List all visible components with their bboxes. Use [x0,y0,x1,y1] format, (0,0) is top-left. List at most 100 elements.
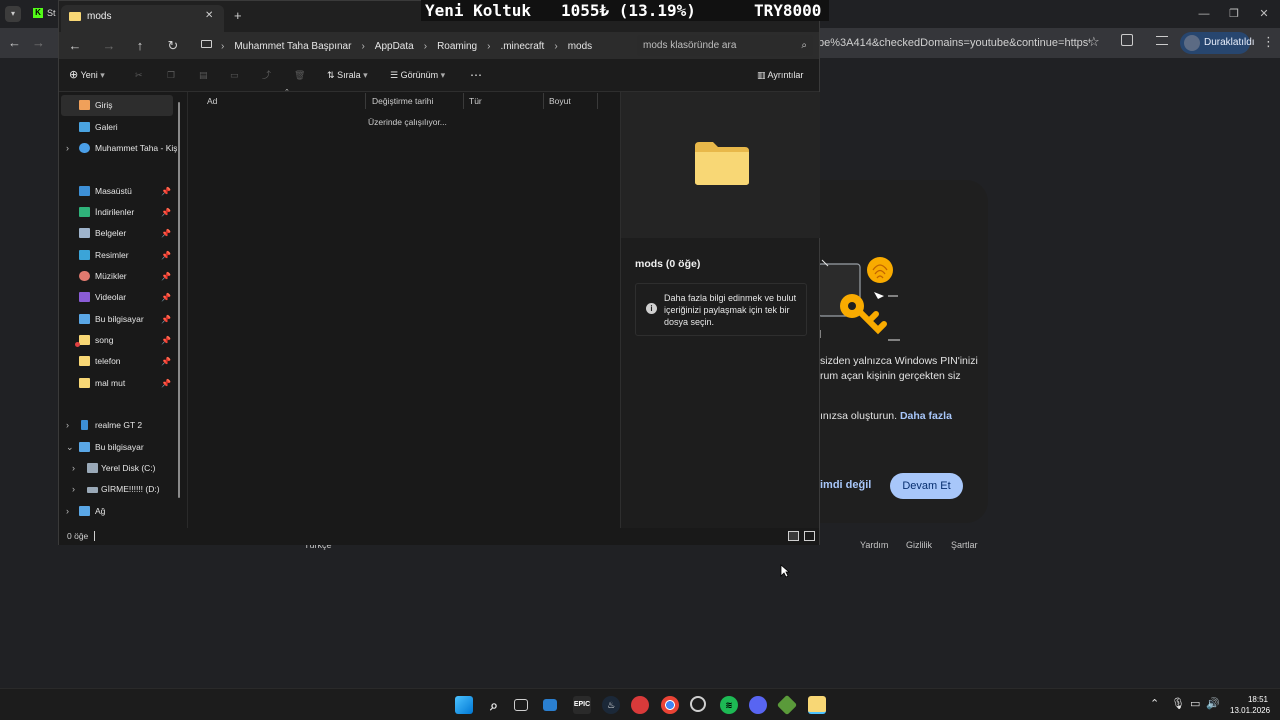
breadcrumb-item-roaming[interactable]: Roaming [437,41,477,52]
sidebar-item-home[interactable]: Giriş [61,95,173,116]
sidebar-item-this-pc-pinned[interactable]: Bu bilgisayar 📌 [61,309,173,330]
file-explorer-icon[interactable] [808,696,826,714]
up-icon[interactable]: ↑ [132,38,148,54]
minimize-button[interactable]: — [1196,6,1212,22]
pin-icon[interactable]: 📌 [161,266,171,287]
task-view-icon[interactable] [514,699,528,711]
maximize-button[interactable]: ❐ [1226,6,1242,22]
column-header-type[interactable]: Tür [465,93,544,109]
sort-button[interactable]: ⇅ Sırala ▾ [327,67,368,83]
pin-icon[interactable]: 📌 [161,287,171,308]
sidebar-item-gallery[interactable]: Galeri [61,117,173,138]
sidebar-item-downloads[interactable]: İndirilenler 📌 [61,202,173,223]
spotify-icon[interactable]: ≋ [720,696,738,714]
breadcrumb-item-minecraft[interactable]: .minecraft [500,41,544,52]
search-icon[interactable]: ⌕ [485,696,503,714]
pin-icon[interactable]: 📌 [161,245,171,266]
breadcrumb-item-appdata[interactable]: AppData [375,41,414,52]
details-pane-button[interactable]: ▥ Ayrıntılar [757,67,803,83]
sidebar-item-desktop[interactable]: Masaüstü 📌 [61,181,173,202]
steam-icon[interactable]: ♨ [602,696,620,714]
sidebar-item-local-disk[interactable]: › Yerel Disk (C:) [61,458,173,479]
new-button[interactable]: ⊕ Yeni ▾ [69,67,105,83]
volume-icon[interactable]: 🔊 [1206,697,1220,710]
this-pc-icon[interactable] [201,40,212,48]
game-app-icon[interactable] [631,696,649,714]
pin-icon[interactable]: 📌 [161,373,171,394]
pin-icon[interactable]: 📌 [161,330,171,351]
pin-icon[interactable]: 📌 [161,223,171,244]
share-icon[interactable]: ⤴ [262,67,271,83]
chevron-right-icon[interactable]: › [66,501,69,522]
reading-list-icon[interactable] [1156,36,1168,45]
privacy-link[interactable]: Gizlilik [906,540,932,550]
browser-tab-label[interactable]: St [47,8,56,18]
show-hidden-icons[interactable]: ⌃ [1150,697,1159,710]
rename-icon[interactable]: ▭ [230,67,239,83]
sidebar-item-mal-mut[interactable]: mal mut 📌 [61,373,173,394]
minecraft-launcher-icon[interactable] [776,694,798,716]
sidebar-item-telefon[interactable]: telefon 📌 [61,351,173,372]
chevron-right-icon[interactable]: › [66,415,69,436]
obs-icon[interactable] [690,696,706,712]
learn-more-link[interactable]: Daha fazla [900,410,952,422]
explorer-tab[interactable]: mods ✕ [61,5,224,32]
sidebar-item-network[interactable]: › Ağ [61,501,173,522]
pin-icon[interactable]: 📌 [161,202,171,223]
sidebar-scrollbar[interactable] [178,102,180,498]
back-icon[interactable]: ← [67,38,83,54]
column-header-modified[interactable]: Değiştirme tarihi [368,93,464,109]
chevron-right-icon[interactable]: › [66,138,69,159]
extensions-icon[interactable] [1121,34,1133,46]
wifi-icon[interactable]: ▭ [1190,697,1200,710]
bookmark-star-icon[interactable]: ☆ [1088,34,1100,50]
help-link[interactable]: Yardım [860,540,888,550]
browser-menu-icon[interactable]: ⋮ [1262,34,1275,50]
sidebar-item-documents[interactable]: Belgeler 📌 [61,223,173,244]
chevron-down-icon[interactable]: ⌄ [66,437,74,458]
address-bar-text[interactable]: be%3A414&checkedDomains=youtube&continue… [818,33,1090,53]
chevron-right-icon[interactable]: › [72,458,75,479]
details-view-icon[interactable] [788,531,799,541]
sidebar-item-pictures[interactable]: Resimler 📌 [61,245,173,266]
tiles-view-icon[interactable] [804,531,815,541]
not-now-button[interactable]: imdi değil [820,479,871,491]
start-icon[interactable] [455,696,473,714]
epic-games-icon[interactable]: EPIC [573,696,591,714]
refresh-icon[interactable]: ↻ [165,38,181,54]
search-input[interactable]: mods klasöründe ara ⌕ [637,35,813,56]
clock[interactable]: 18:51 13.01.2026 [1230,694,1270,716]
pin-icon[interactable]: 📌 [161,181,171,202]
back-icon[interactable]: ← [8,35,21,50]
sidebar-item-this-pc[interactable]: ⌄ Bu bilgisayar [61,437,173,458]
sidebar-item-girme-drive[interactable]: › GİRME!!!!!! (D:) [61,479,173,500]
breadcrumb-item-user[interactable]: Muhammet Taha Başpınar [234,41,351,52]
sidebar-item-realme[interactable]: › realme GT 2 [61,415,173,436]
delete-icon[interactable]: 🗑 [294,67,305,83]
sidebar-item-onedrive[interactable]: › Muhammet Taha - Kiş [61,138,177,159]
close-tab-icon[interactable]: ✕ [205,10,213,21]
chevron-right-icon[interactable]: › [72,479,75,500]
tab-list-button[interactable]: ▾ [5,6,21,22]
close-window-button[interactable]: ✕ [1256,6,1272,22]
forward-icon[interactable]: → [32,35,45,50]
column-header-size[interactable]: Boyut [545,93,598,109]
new-tab-icon[interactable]: + [234,8,242,23]
paste-icon[interactable]: ▤ [199,67,208,83]
discord-icon[interactable] [749,696,767,714]
breadcrumb-item-mods[interactable]: mods [568,41,592,52]
monitor-app-icon[interactable] [543,699,557,711]
view-button[interactable]: ☰ Görünüm ▾ [390,67,445,83]
microphone-icon[interactable]: 🎙 [1171,697,1185,710]
sidebar-item-videos[interactable]: Videolar 📌 [61,287,173,308]
terms-link[interactable]: Şartlar [951,540,978,550]
sidebar-item-song[interactable]: song 📌 [61,330,173,351]
more-options-icon[interactable]: ⋯ [470,67,482,83]
chrome-icon[interactable] [661,696,679,714]
pin-icon[interactable]: 📌 [161,309,171,330]
forward-icon[interactable]: → [101,38,117,54]
continue-button[interactable]: Devam Et [890,473,963,499]
copy-icon[interactable]: ❐ [167,67,175,83]
cut-icon[interactable]: ✂ [135,67,143,83]
pin-icon[interactable]: 📌 [161,351,171,372]
